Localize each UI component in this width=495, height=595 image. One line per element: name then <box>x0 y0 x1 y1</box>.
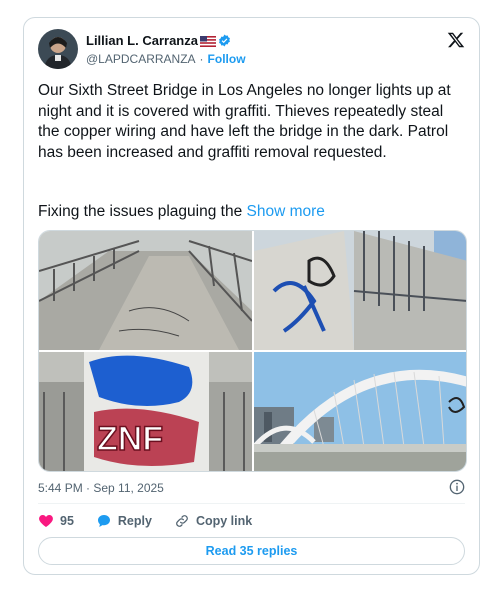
show-more-link[interactable]: Show more <box>247 203 325 220</box>
bridge-walkway-photo[interactable] <box>39 231 253 350</box>
truncated-text-line: Fixing the issues plaguing the Show more <box>38 202 325 222</box>
author-name[interactable]: Lillian L. Carranza <box>86 33 198 48</box>
post-card: Lillian L. Carranza @LAPDCARRANZA · Foll… <box>23 17 480 575</box>
follow-button[interactable]: Follow <box>208 52 246 66</box>
timestamp[interactable]: 5:44 PM · Sep 11, 2025 <box>38 481 164 495</box>
read-replies-button[interactable]: Read 35 replies <box>38 537 465 565</box>
copy-link-button[interactable]: Copy link <box>174 513 252 529</box>
graffiti-wall-photo[interactable] <box>254 231 466 350</box>
action-bar: 95 Reply Copy link <box>38 513 274 529</box>
separator-dot: · <box>199 52 204 66</box>
info-icon[interactable] <box>449 479 465 495</box>
copy-link-label: Copy link <box>195 514 253 528</box>
reply-label: Reply <box>117 514 152 528</box>
post-text: Our Sixth Street Bridge in Los Angeles n… <box>38 82 451 161</box>
us-flag-icon <box>199 35 216 47</box>
author-handle-row: @LAPDCARRANZA · Follow <box>86 52 246 66</box>
avatar[interactable] <box>38 29 78 69</box>
like-count: 95 <box>60 514 74 528</box>
bridge-arches-photo[interactable] <box>252 352 466 471</box>
reply-bubble-icon <box>97 515 110 527</box>
heart-icon <box>39 515 53 527</box>
verified-badge-icon <box>218 34 231 47</box>
divider <box>38 503 465 504</box>
graffiti-pillar-photo[interactable]: ZNF <box>39 352 252 471</box>
x-logo-icon[interactable] <box>447 31 465 49</box>
truncated-text: Fixing the issues plaguing the <box>38 203 243 220</box>
graffiti-tag-text: ZNF <box>97 420 163 458</box>
media-grid: ZNF <box>38 230 467 472</box>
reply-button[interactable]: Reply <box>96 513 152 529</box>
link-icon <box>176 515 188 527</box>
like-button[interactable]: 95 <box>38 513 74 529</box>
author-name-row[interactable]: Lillian L. Carranza <box>86 33 231 48</box>
author-handle[interactable]: @LAPDCARRANZA <box>86 52 196 66</box>
